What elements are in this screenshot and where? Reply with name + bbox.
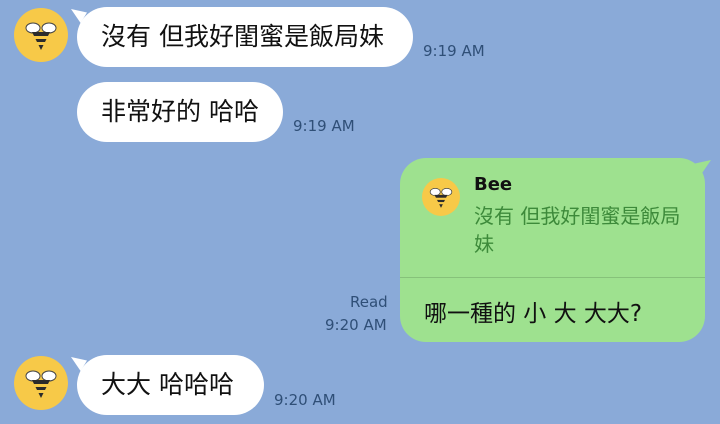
message-bubble[interactable]: 非常好的 哈哈	[77, 82, 283, 142]
message-time: 9:20 AM	[325, 316, 387, 334]
reply-quoted-text: 沒有 但我好閨蜜是飯局妹	[474, 204, 681, 256]
reply-sender-name: Bee	[474, 174, 513, 195]
message-text: 大大 哈哈哈	[101, 370, 234, 399]
message-time: 9:19 AM	[423, 42, 485, 60]
reply-avatar	[422, 178, 460, 216]
message-bubble[interactable]: 沒有 但我好閨蜜是飯局妹	[77, 7, 413, 67]
bee-icon	[25, 22, 57, 50]
reply-divider	[400, 277, 705, 278]
contact-avatar[interactable]	[14, 8, 68, 62]
outgoing-message-bubble[interactable]: Bee 沒有 但我好閨蜜是飯局妹 哪一種的 小 大 大大?	[400, 158, 705, 342]
message-text: 哪一種的 小 大 大大?	[424, 301, 643, 327]
message-text: 沒有 但我好閨蜜是飯局妹	[101, 22, 384, 51]
message-time: 9:19 AM	[293, 117, 355, 135]
bee-icon	[25, 370, 57, 398]
message-time: 9:20 AM	[274, 391, 336, 409]
message-bubble[interactable]: 大大 哈哈哈	[77, 355, 264, 415]
bee-icon	[429, 187, 453, 208]
read-status: Read	[350, 293, 388, 311]
message-text: 非常好的 哈哈	[101, 97, 259, 126]
contact-avatar[interactable]	[14, 356, 68, 410]
